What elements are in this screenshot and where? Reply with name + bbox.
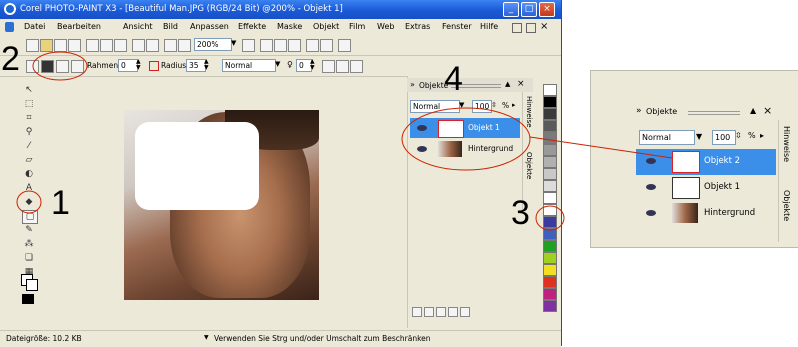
annotation-number-1: 1 bbox=[51, 184, 70, 222]
annotation-circle-4 bbox=[401, 107, 531, 171]
annotation-circle-3 bbox=[535, 205, 565, 231]
annotation-circle-2 bbox=[32, 51, 88, 81]
annotation-number-3: 3 bbox=[511, 194, 530, 232]
annotation-number-4: 4 bbox=[444, 60, 463, 98]
annotation-overlay bbox=[16, 51, 673, 231]
annotation-connector bbox=[529, 136, 673, 159]
annotation-number-2: 2 bbox=[1, 40, 20, 78]
annotation-circle-1 bbox=[16, 190, 42, 214]
